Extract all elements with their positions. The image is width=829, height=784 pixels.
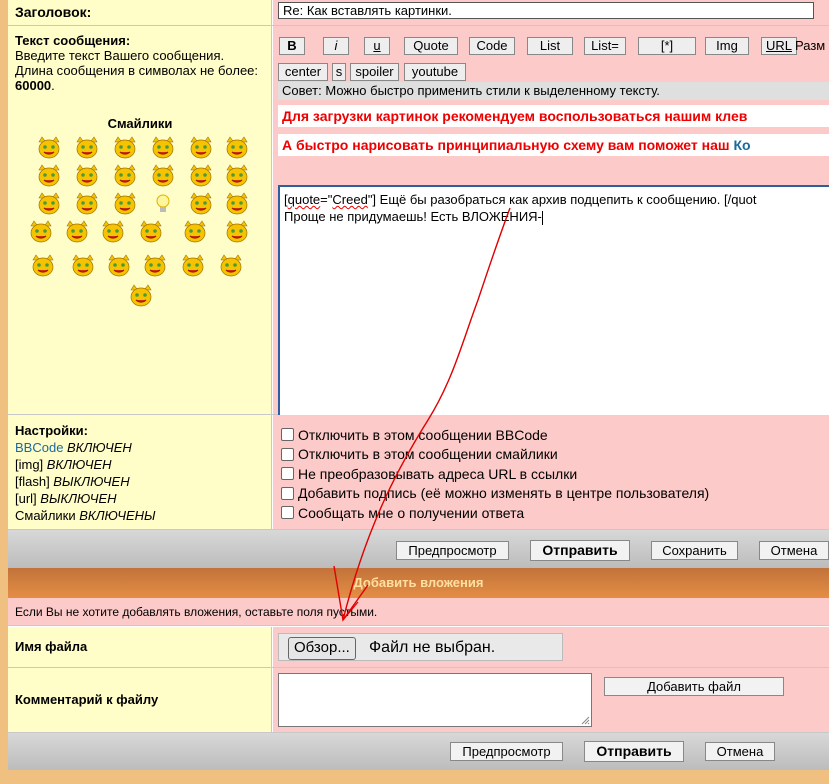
post-form: Заголовок: Re: Как вставлять картинки. Т… <box>8 0 829 770</box>
red-annotation-arrow <box>333 207 511 622</box>
